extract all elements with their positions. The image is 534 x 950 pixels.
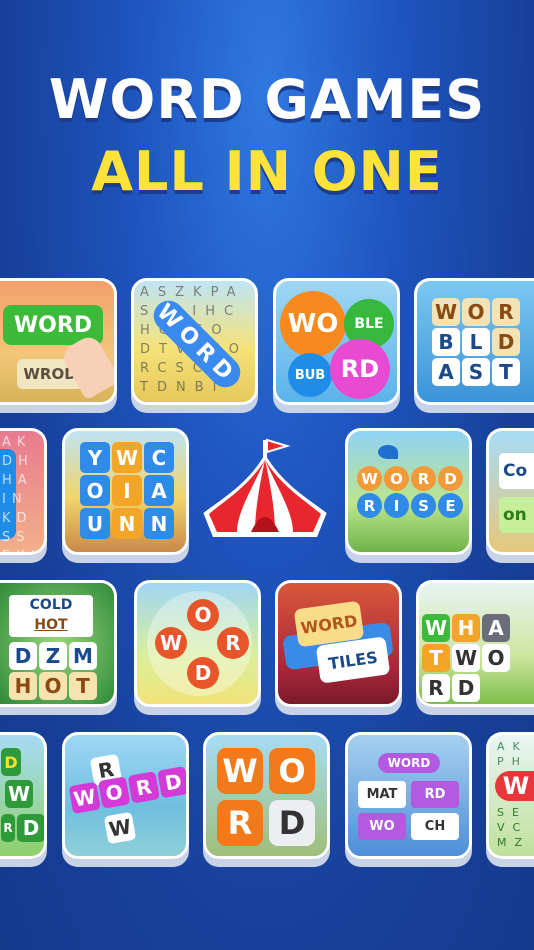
letter-ball: E: [438, 493, 463, 518]
letter-tile: A: [144, 475, 174, 506]
letter-tile: O: [80, 475, 110, 506]
letter-tile: R: [127, 771, 160, 804]
game-tile-word-search[interactable]: ASZKPASEAIHCHGLSODTVACORCSCIRTDNBI WORD: [131, 278, 258, 405]
letter-tile: S: [462, 358, 490, 386]
letter-ball: W: [357, 466, 382, 491]
letter-ball: S: [411, 493, 436, 518]
game-tile-word-green[interactable]: D W R D: [0, 732, 47, 859]
clue-card: COLD HOT: [9, 595, 93, 637]
word-card: Co: [499, 453, 534, 489]
letter-tile: Y: [80, 442, 110, 473]
letter-tile: R: [1, 814, 15, 842]
game-tile-what-word[interactable]: WHAT WORD: [416, 580, 534, 707]
letter-tile: O: [482, 644, 510, 672]
letter-tile: B: [432, 328, 460, 356]
word-chip: MAT: [358, 781, 406, 808]
clue-mid: HOT: [34, 617, 68, 633]
letter-tile: T: [69, 672, 97, 700]
word-chip: CH: [411, 813, 459, 840]
letter-ball: D: [187, 657, 219, 689]
letter-tile: W: [432, 298, 460, 326]
letter-ball: R: [217, 627, 249, 659]
word-chip: RD: [411, 781, 459, 808]
letter-tile: D: [9, 642, 37, 670]
game-tile-word-tiles[interactable]: WORD TILES: [275, 580, 402, 707]
letter-tile: R: [217, 800, 263, 846]
header-chip: WORD: [378, 753, 440, 773]
game-tile-word-rise[interactable]: WORD RISE: [345, 428, 472, 555]
letter-tile: D: [492, 328, 520, 356]
letter-tile: C: [144, 442, 174, 473]
letter-tile: W: [103, 811, 137, 845]
letter-tile: W: [422, 614, 450, 642]
letter-ball: R: [411, 466, 436, 491]
headline-line1: WORD GAMES: [48, 68, 486, 131]
highlight-word: W: [495, 771, 534, 801]
letter-ball: O: [187, 599, 219, 631]
letter-ball: O: [384, 466, 409, 491]
game-tile-word-search-2[interactable]: AKPH W SEVCMZ: [486, 732, 534, 859]
letter-tile: H: [9, 672, 37, 700]
letter-tile: R: [492, 298, 520, 326]
letter-tile: T: [422, 644, 450, 672]
letter-tile: L: [462, 328, 490, 356]
game-tile-word-swipe[interactable]: WORD WROD: [0, 278, 117, 405]
game-tile-word-cross[interactable]: O W R D: [134, 580, 261, 707]
letter-grid-bottom: SEVCMZ: [497, 806, 531, 849]
letter-tile: W: [5, 780, 33, 808]
letter-tile: Z: [39, 642, 67, 670]
letter-tile: R: [422, 674, 450, 702]
letter-tile: W: [112, 442, 142, 473]
circus-tent-icon[interactable]: [203, 432, 328, 557]
game-tile-cold-hot[interactable]: COLD HOT DZM HOT: [0, 580, 117, 707]
letter-tile: D: [269, 800, 315, 846]
letter-tile: I: [112, 475, 142, 506]
butterfly-icon: [378, 445, 398, 459]
game-tile-word-bubble[interactable]: WO BLE BUB RD: [273, 278, 400, 405]
letter-tile: M: [69, 642, 97, 670]
letter-tile: N: [144, 508, 174, 539]
letter-tile: T: [492, 358, 520, 386]
game-tile-word-link[interactable]: W O R D: [203, 732, 330, 859]
letter-tile: O: [39, 672, 67, 700]
game-tile-hidden-words[interactable]: AKDHHAINKDSSEKIIHD: [0, 428, 47, 555]
word-chip: WO: [358, 813, 406, 840]
letter-grid-top: AKPH: [497, 740, 528, 768]
tiles-block: TILES: [315, 636, 391, 684]
letter-ball: I: [384, 493, 409, 518]
letter-tile: O: [462, 298, 490, 326]
game-tile-word-connect[interactable]: Co on: [486, 428, 534, 555]
letter-ball: R: [357, 493, 382, 518]
ball-pink: RD: [330, 339, 390, 399]
letter-tile: D: [17, 814, 44, 842]
letter-tile: A: [482, 614, 510, 642]
headline-line2: ALL IN ONE: [91, 140, 443, 203]
ball-orange: WO: [280, 291, 346, 357]
game-tile-word-blast[interactable]: WOR BLD AST: [414, 278, 534, 405]
letter-tile: U: [80, 508, 110, 539]
letter-tile: W: [68, 781, 101, 815]
letter-tile: H: [452, 614, 480, 642]
game-tile-word-stack[interactable]: YWC OIA UNN: [62, 428, 189, 555]
game-tile-word-crossword[interactable]: R WORD W: [62, 732, 189, 859]
letter-ball: D: [438, 466, 463, 491]
ball-blue: BUB: [288, 353, 332, 397]
letter-ball: W: [155, 627, 187, 659]
game-tile-word-match[interactable]: WORD MAT RD WO CH: [345, 732, 472, 859]
letter-grid: AKDHHAINKDSSEKIIHD: [2, 435, 35, 552]
clue-top: COLD: [29, 597, 73, 613]
word-card: on: [499, 497, 534, 533]
letter-tile: A: [432, 358, 460, 386]
letter-tile: W: [452, 644, 480, 672]
letter-tile: D: [452, 674, 480, 702]
letter-tile: W: [217, 748, 263, 794]
letter-tile: O: [98, 776, 131, 809]
letter-tile: N: [112, 508, 142, 539]
letter-tile: D: [157, 765, 186, 799]
letter-tile: O: [269, 748, 315, 794]
letter-tile: D: [1, 748, 21, 776]
